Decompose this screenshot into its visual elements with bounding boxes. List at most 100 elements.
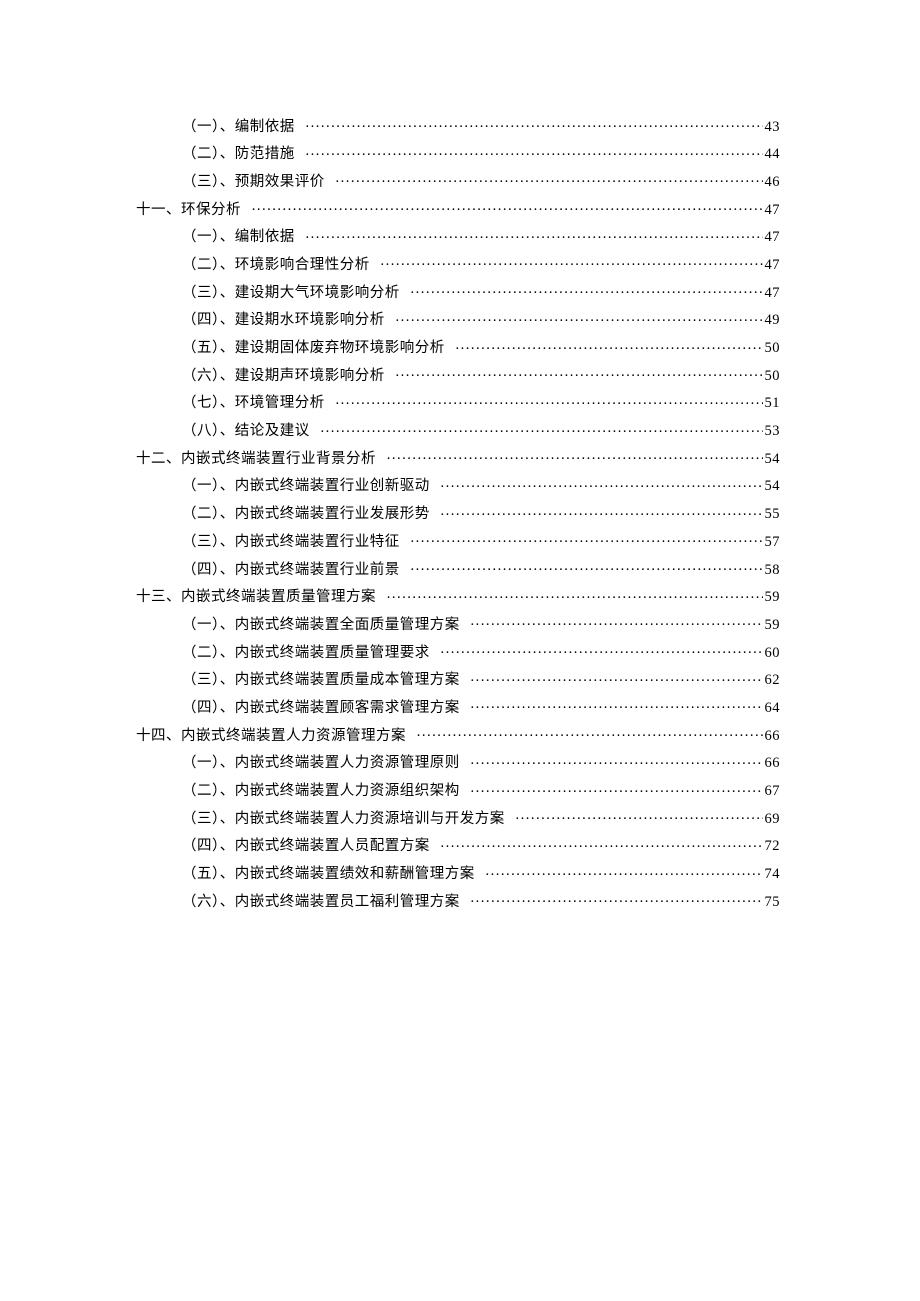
toc-entry-prefix: （二）、 [182,146,235,162]
toc-entry-title: 预期效果评价 [235,174,325,190]
toc-dot-leader [387,587,763,602]
toc-entry-prefix: （七）、 [182,395,235,411]
toc-entry-page: 60 [765,646,781,661]
toc-entry-prefix: 十三、 [136,589,181,605]
toc-entry-title: 内嵌式终端装置行业发展形势 [235,506,430,522]
toc-entry-label: （三）、内嵌式终端装置人力资源培训与开发方案 [182,812,513,827]
toc-subsection-line: （一）、内嵌式终端装置行业创新驱动 54 [182,476,780,494]
toc-entry-title: 编制依据 [235,229,295,245]
toc-entry-prefix: （一）、 [182,617,235,633]
toc-entry-prefix: （八）、 [182,423,235,439]
toc-dot-leader [387,448,763,463]
toc-subsection-line: （一）、编制依据 47 [182,227,780,245]
toc-page: （一）、编制依据 43（二）、防范措施 44（三）、预期效果评价 46十一、环保… [0,0,920,909]
toc-entry-prefix: （二）、 [182,645,235,661]
toc-entry-page: 51 [765,396,781,411]
toc-dot-leader [515,808,762,823]
toc-entry-label: （四）、建设期水环境影响分析 [182,313,393,328]
toc-entry-title: 防范措施 [235,146,295,162]
toc-entry-label: （四）、内嵌式终端装置行业前景 [182,563,408,578]
toc-subsection-line: （五）、内嵌式终端装置绩效和薪酬管理方案 74 [182,864,780,882]
toc-subsection-line: （一）、内嵌式终端装置人力资源管理原则 66 [182,753,780,771]
toc-entry-label: （一）、编制依据 [182,230,303,245]
toc-entry-page: 54 [765,452,781,467]
toc-dot-leader [380,254,762,269]
toc-entry-prefix: （五）、 [182,866,235,882]
toc-entry-label: （五）、建设期固体废弃物环境影响分析 [182,341,453,356]
toc-dot-leader [410,559,762,574]
toc-entry-label: （二）、内嵌式终端装置质量管理要求 [182,646,438,661]
toc-entry-title: 结论及建议 [235,423,310,439]
toc-dot-leader [470,614,762,629]
toc-entry-label: （七）、环境管理分析 [182,396,333,411]
toc-entry-label: （四）、内嵌式终端装置顾客需求管理方案 [182,701,468,716]
toc-entry-prefix: 十四、 [136,728,181,744]
toc-entry-page: 69 [765,812,781,827]
toc-entry-label: （三）、建设期大气环境影响分析 [182,286,408,301]
toc-subsection-line: （八）、结论及建议 53 [182,421,780,439]
toc-dot-leader [470,697,762,712]
toc-subsection-line: （四）、内嵌式终端装置人员配置方案 72 [182,836,780,854]
toc-subsection-line: （二）、环境影响合理性分析 47 [182,254,780,272]
toc-entry-prefix: （三）、 [182,811,235,827]
toc-entry-label: （二）、内嵌式终端装置行业发展形势 [182,507,438,522]
toc-entry-prefix: 十一、 [136,202,181,218]
toc-entry-title: 编制依据 [235,119,295,135]
toc-entry-title: 内嵌式终端装置行业特征 [235,534,400,550]
toc-entry-title: 环保分析 [181,202,241,218]
toc-entry-prefix: （三）、 [182,672,235,688]
toc-entry-page: 72 [765,839,781,854]
toc-entry-label: 十三、内嵌式终端装置质量管理方案 [136,590,385,605]
toc-subsection-line: （二）、内嵌式终端装置行业发展形势 55 [182,504,780,522]
toc-entry-page: 53 [765,424,781,439]
toc-entry-prefix: （六）、 [182,894,235,910]
toc-subsection-line: （三）、预期效果评价 46 [182,171,780,189]
toc-dot-leader [440,836,762,851]
toc-entry-title: 内嵌式终端装置质量成本管理方案 [235,672,460,688]
toc-dot-leader [440,504,762,519]
toc-entry-prefix: （四）、 [182,700,235,716]
toc-entry-page: 47 [765,286,781,301]
toc-entry-title: 内嵌式终端装置顾客需求管理方案 [235,700,460,716]
toc-entry-page: 46 [765,175,781,190]
toc-entry-label: （三）、内嵌式终端装置质量成本管理方案 [182,673,468,688]
toc-entry-page: 75 [765,895,781,910]
toc-subsection-line: （四）、内嵌式终端装置行业前景 58 [182,559,780,577]
toc-entry-title: 内嵌式终端装置员工福利管理方案 [235,894,460,910]
toc-subsection-line: （三）、建设期大气环境影响分析 47 [182,282,780,300]
toc-entry-title: 内嵌式终端装置人力资源管理原则 [235,755,460,771]
toc-entry-title: 建设期水环境影响分析 [235,312,385,328]
toc-entry-title: 内嵌式终端装置质量管理方案 [181,589,376,605]
toc-entry-prefix: （六）、 [182,368,235,384]
toc-entry-label: （三）、预期效果评价 [182,175,333,190]
toc-entry-page: 59 [765,618,781,633]
toc-entry-title: 环境影响合理性分析 [235,257,370,273]
toc-entry-prefix: （一）、 [182,119,235,135]
toc-entry-title: 内嵌式终端装置人力资源组织架构 [235,783,460,799]
toc-entry-page: 58 [765,563,781,578]
toc-subsection-line: （三）、内嵌式终端装置人力资源培训与开发方案 69 [182,808,780,826]
toc-entry-title: 建设期固体废弃物环境影响分析 [235,340,445,356]
toc-entry-page: 55 [765,507,781,522]
toc-entry-label: （四）、内嵌式终端装置人员配置方案 [182,839,438,854]
toc-section-line: 十三、内嵌式终端装置质量管理方案 59 [136,587,780,605]
toc-entry-page: 44 [765,147,781,162]
toc-entry-title: 内嵌式终端装置全面质量管理方案 [235,617,460,633]
toc-entry-label: （六）、内嵌式终端装置员工福利管理方案 [182,895,468,910]
toc-entry-title: 建设期声环境影响分析 [235,368,385,384]
toc-entry-label: （一）、内嵌式终端装置全面质量管理方案 [182,618,468,633]
toc-dot-leader [470,670,762,685]
toc-entry-title: 环境管理分析 [235,395,325,411]
toc-subsection-line: （二）、防范措施 44 [182,144,780,162]
toc-entry-label: （二）、内嵌式终端装置人力资源组织架构 [182,784,468,799]
toc-dot-leader [252,199,763,214]
toc-section-line: 十二、内嵌式终端装置行业背景分析 54 [136,448,780,466]
toc-dot-leader [335,393,762,408]
toc-entry-page: 59 [765,590,781,605]
toc-entry-page: 43 [765,120,781,135]
toc-entry-label: 十二、内嵌式终端装置行业背景分析 [136,452,385,467]
toc-section-line: 十一、环保分析 47 [136,199,780,217]
toc-entry-prefix: （三）、 [182,174,235,190]
toc-entry-label: 十四、内嵌式终端装置人力资源管理方案 [136,729,415,744]
toc-subsection-line: （二）、内嵌式终端装置人力资源组织架构 67 [182,781,780,799]
